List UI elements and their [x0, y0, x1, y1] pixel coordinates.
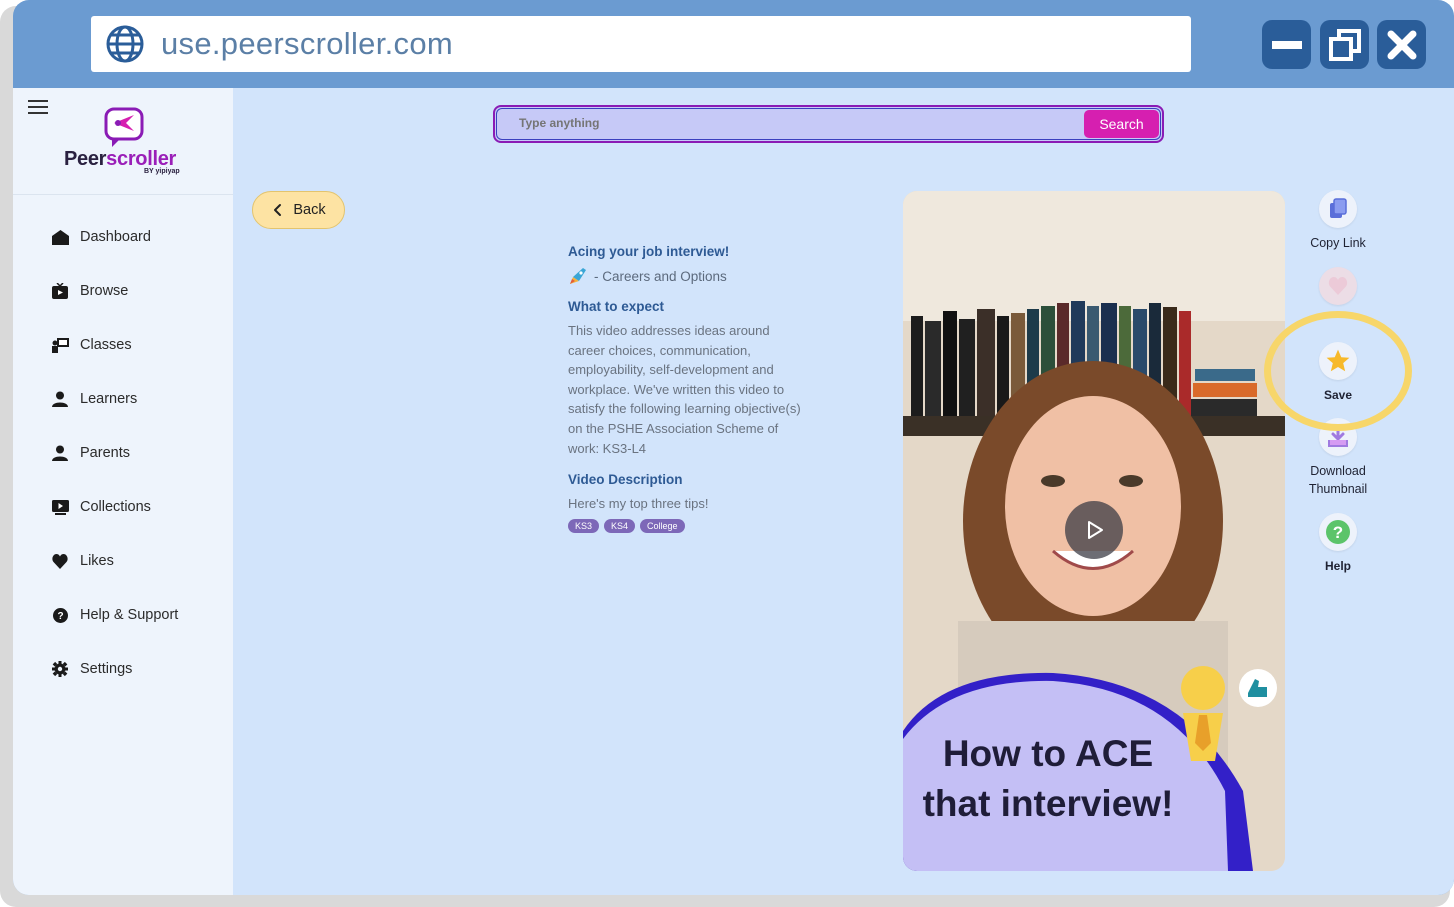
logo-byline: BY yipiyap	[144, 168, 180, 175]
help-button[interactable]: ? Help	[1298, 513, 1378, 575]
chevron-left-icon	[274, 204, 282, 216]
back-button[interactable]: Back	[252, 191, 345, 229]
what-to-expect-text: This video addresses ideas around career…	[568, 323, 801, 456]
sidebar-item-browse[interactable]: Browse	[51, 279, 128, 303]
peerscroller-logo-icon	[104, 107, 144, 147]
copy-link-label: Copy Link	[1310, 236, 1366, 250]
tag-list: KS3 KS4 College	[568, 518, 808, 533]
video-category: - Careers and Options	[568, 267, 808, 285]
rocket-icon	[570, 268, 586, 284]
sidebar-item-label: Parents	[80, 445, 130, 461]
sidebar-item-learners[interactable]: Learners	[51, 387, 137, 411]
close-button[interactable]	[1377, 20, 1426, 69]
video-description-text: Here's my top three tips!	[568, 496, 709, 512]
like-button[interactable]	[1298, 267, 1378, 305]
url-text: use.peerscroller.com	[161, 26, 454, 61]
sidebar-item-label: Likes	[80, 553, 114, 569]
browser-window: use.peerscroller.com Peerscroller BY yip…	[13, 0, 1454, 895]
video-player[interactable]: How to ACE that interview!	[903, 191, 1285, 871]
close-icon	[1387, 30, 1416, 59]
back-label: Back	[293, 202, 326, 218]
tv-icon	[51, 282, 69, 300]
video-title: Acing your job interview!	[568, 244, 730, 259]
app-area: Peerscroller BY yipiyap Dashboard Browse	[13, 88, 1454, 895]
video-description-heading: Video Description	[568, 472, 683, 488]
sidebar-item-label: Dashboard	[80, 229, 151, 245]
minimize-icon	[1271, 40, 1302, 49]
sidebar-item-collections[interactable]: Collections	[51, 495, 151, 519]
tag-ks3[interactable]: KS3	[568, 518, 600, 533]
globe-icon	[106, 25, 144, 63]
video-title-line-2: that interview!	[922, 783, 1174, 824]
like-circle	[1319, 267, 1357, 305]
sidebar-item-label: Learners	[80, 391, 138, 407]
sidebar: Peerscroller BY yipiyap Dashboard Browse	[13, 88, 233, 895]
save-highlight-ring	[1264, 311, 1412, 431]
svg-text:?: ?	[57, 611, 63, 622]
search-bar: Search	[493, 105, 1164, 143]
svg-text:?: ?	[1333, 523, 1343, 542]
play-rect-icon	[51, 498, 69, 516]
hamburger-menu-icon[interactable]	[28, 100, 48, 116]
copy-icon	[1330, 198, 1347, 218]
question-circle-icon: ?	[51, 606, 69, 624]
sidebar-item-dashboard[interactable]: Dashboard	[51, 225, 151, 249]
sidebar-item-label: Browse	[80, 283, 129, 299]
sidebar-item-label: Help & Support	[80, 607, 179, 623]
help-icon: ?	[1326, 520, 1350, 544]
sidebar-item-label: Classes	[80, 337, 132, 353]
sidebar-item-likes[interactable]: Likes	[51, 549, 114, 573]
sidebar-item-label: Settings	[80, 661, 133, 677]
sidebar-item-label: Collections	[80, 499, 151, 515]
what-to-expect-heading: What to expect	[568, 299, 665, 314]
restore-icon	[1328, 28, 1361, 61]
download-thumbnail-label: Download Thumbnail	[1308, 464, 1368, 496]
sidebar-divider	[13, 194, 233, 195]
copy-link-circle	[1319, 190, 1357, 228]
category-label: - Careers and Options	[594, 268, 727, 284]
help-label: Help	[1324, 559, 1351, 573]
video-details: Acing your job interview! - Careers and …	[568, 244, 808, 533]
tag-ks4[interactable]: KS4	[604, 518, 636, 533]
sidebar-item-help-support[interactable]: ? Help & Support	[51, 603, 178, 627]
home-icon	[51, 228, 69, 246]
search-input[interactable]	[519, 116, 1039, 130]
sidebar-item-classes[interactable]: Classes	[51, 333, 132, 357]
play-button[interactable]	[1065, 501, 1123, 559]
address-bar[interactable]: use.peerscroller.com	[91, 16, 1191, 72]
minimize-button[interactable]	[1262, 20, 1311, 69]
sidebar-item-parents[interactable]: Parents	[51, 441, 130, 465]
restore-button[interactable]	[1320, 20, 1369, 69]
gear-icon	[51, 660, 69, 678]
copy-link-button[interactable]: Copy Link	[1298, 190, 1378, 252]
heart-icon	[51, 552, 69, 570]
search-button[interactable]: Search	[1084, 110, 1159, 138]
video-overlay-title: How to ACE that interview!	[903, 729, 1193, 829]
help-circle: ?	[1319, 513, 1357, 551]
classes-icon	[51, 336, 69, 354]
person-icon	[51, 390, 69, 408]
sidebar-item-settings[interactable]: Settings	[51, 657, 132, 681]
play-icon	[1088, 521, 1103, 539]
tag-college[interactable]: College	[640, 518, 685, 533]
person-icon	[51, 444, 69, 462]
heart-icon	[1328, 277, 1348, 295]
video-title-line-1: How to ACE	[942, 733, 1154, 774]
